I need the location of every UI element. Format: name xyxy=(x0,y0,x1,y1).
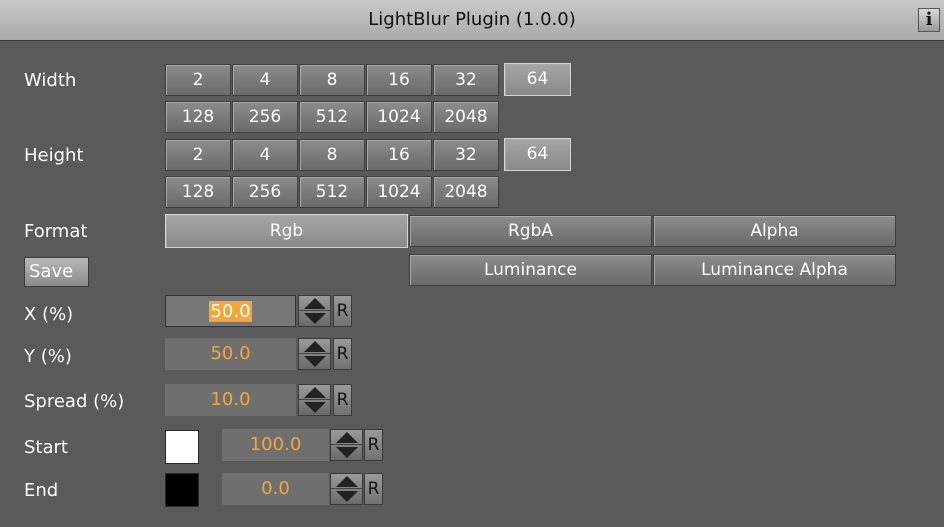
height-label: Height xyxy=(24,145,84,166)
height-16-button[interactable]: 16 xyxy=(366,139,432,171)
start-label: Start xyxy=(24,437,68,458)
format-label: Format xyxy=(24,221,88,242)
spin-up-icon[interactable] xyxy=(304,387,326,398)
end-spinner[interactable] xyxy=(330,473,363,505)
x-reset-button[interactable]: R xyxy=(333,295,352,327)
spread-value-field[interactable]: 10.0 xyxy=(165,384,296,416)
width-128-button[interactable]: 128 xyxy=(165,101,231,133)
width-1024-button[interactable]: 1024 xyxy=(366,101,432,133)
spinner-divider xyxy=(299,399,330,400)
spread-spinner[interactable] xyxy=(298,384,331,416)
info-button[interactable]: i xyxy=(918,8,940,32)
y-label: Y (%) xyxy=(24,346,72,367)
start-color-swatch[interactable] xyxy=(165,430,199,464)
width-64-button[interactable]: 64 xyxy=(504,63,571,96)
spinner-divider xyxy=(299,353,330,354)
width-256-button[interactable]: 256 xyxy=(232,101,298,133)
y-reset-button[interactable]: R xyxy=(333,338,352,370)
height-128-button[interactable]: 128 xyxy=(165,176,231,208)
y-spinner[interactable] xyxy=(298,338,331,370)
title-bar: LightBlur Plugin (1.0.0) i xyxy=(0,0,944,41)
start-reset-button[interactable]: R xyxy=(364,429,383,461)
format-rgba-button[interactable]: RgbA xyxy=(409,215,652,247)
spin-up-icon[interactable] xyxy=(304,298,326,309)
height-64-button[interactable]: 64 xyxy=(504,138,571,171)
spinner-divider xyxy=(331,444,362,445)
x-spinner[interactable] xyxy=(298,295,331,327)
format-rgb-button[interactable]: Rgb xyxy=(165,214,408,248)
x-value-field[interactable]: 50.0 xyxy=(165,295,296,327)
width-512-button[interactable]: 512 xyxy=(299,101,365,133)
spin-down-icon[interactable] xyxy=(336,447,358,458)
width-16-button[interactable]: 16 xyxy=(366,64,432,96)
spin-up-icon[interactable] xyxy=(304,341,326,352)
width-8-button[interactable]: 8 xyxy=(299,64,365,96)
width-label: Width xyxy=(24,70,77,91)
spread-reset-button[interactable]: R xyxy=(333,384,352,416)
x-label: X (%) xyxy=(24,304,74,325)
width-4-button[interactable]: 4 xyxy=(232,64,298,96)
end-value-field[interactable]: 0.0 xyxy=(222,473,329,505)
height-4-button[interactable]: 4 xyxy=(232,139,298,171)
height-1024-button[interactable]: 1024 xyxy=(366,176,432,208)
format-luminance-alpha-button[interactable]: Luminance Alpha xyxy=(653,254,896,286)
spin-down-icon[interactable] xyxy=(304,313,326,324)
width-2048-button[interactable]: 2048 xyxy=(433,101,499,133)
end-color-swatch[interactable] xyxy=(165,473,199,507)
spin-down-icon[interactable] xyxy=(336,491,358,502)
format-alpha-button[interactable]: Alpha xyxy=(653,215,896,247)
width-2-button[interactable]: 2 xyxy=(165,64,231,96)
height-512-button[interactable]: 512 xyxy=(299,176,365,208)
spinner-divider xyxy=(299,310,330,311)
spin-up-icon[interactable] xyxy=(336,476,358,487)
end-label: End xyxy=(24,480,59,501)
spinner-divider xyxy=(331,488,362,489)
height-32-button[interactable]: 32 xyxy=(433,139,499,171)
width-32-button[interactable]: 32 xyxy=(433,64,499,96)
plugin-title: LightBlur Plugin (1.0.0) xyxy=(368,9,576,30)
spread-label: Spread (%) xyxy=(24,391,125,412)
height-8-button[interactable]: 8 xyxy=(299,139,365,171)
format-luminance-button[interactable]: Luminance xyxy=(409,254,652,286)
spin-down-icon[interactable] xyxy=(304,402,326,413)
height-2-button[interactable]: 2 xyxy=(165,139,231,171)
height-2048-button[interactable]: 2048 xyxy=(433,176,499,208)
save-button[interactable]: Save xyxy=(24,257,89,287)
end-reset-button[interactable]: R xyxy=(364,473,383,505)
start-spinner[interactable] xyxy=(330,429,363,461)
start-value-field[interactable]: 100.0 xyxy=(222,429,329,461)
spin-up-icon[interactable] xyxy=(336,432,358,443)
x-value-text: 50.0 xyxy=(209,301,252,322)
y-value-field[interactable]: 50.0 xyxy=(165,338,296,370)
height-256-button[interactable]: 256 xyxy=(232,176,298,208)
spin-down-icon[interactable] xyxy=(304,356,326,367)
